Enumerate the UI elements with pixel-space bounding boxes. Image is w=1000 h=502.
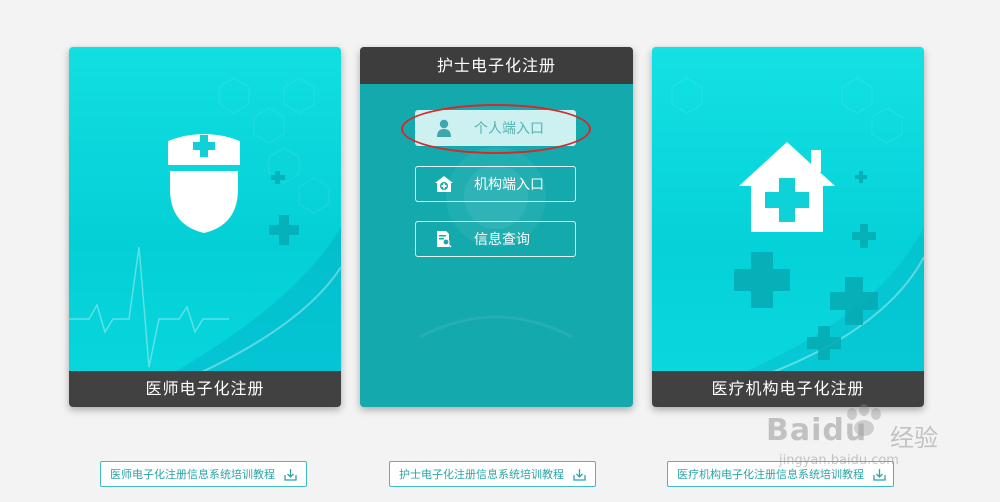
nurse-tutorial-download-link[interactable]: 护士电子化注册信息系统培训教程 [389, 461, 596, 487]
person-icon [434, 118, 454, 138]
info-query-button[interactable]: 信息查询 [415, 221, 576, 257]
download-icon [573, 467, 587, 481]
org-card-label: 医疗机构电子化注册 [652, 371, 924, 407]
nurse-tutorial-label: 护士电子化注册信息系统培训教程 [399, 468, 564, 481]
hospital-icon [434, 174, 454, 194]
doctor-tutorial-download-link[interactable]: 医师电子化注册信息系统培训教程 [100, 461, 307, 487]
doctor-registration-card[interactable]: 医师电子化注册 [69, 47, 341, 407]
nurse-registration-card: 护士电子化注册 个人端入口 机构端入口 信息查询 [360, 47, 633, 407]
watermark-url: jingyan.baidu.com [779, 453, 899, 468]
org-tutorial-label: 医疗机构电子化注册信息系统培训教程 [677, 468, 864, 481]
personal-entry-button[interactable]: 个人端入口 [415, 110, 576, 146]
institution-entry-label: 机构端入口 [474, 177, 544, 193]
nurse-card-title: 护士电子化注册 [360, 47, 633, 84]
doctor-tutorial-label: 医师电子化注册信息系统培训教程 [110, 468, 275, 481]
hospital-house-icon [739, 142, 835, 232]
document-search-icon [434, 229, 454, 249]
download-icon [284, 467, 298, 481]
institution-entry-button[interactable]: 机构端入口 [415, 166, 576, 202]
watermark-brand: Baidu [766, 413, 868, 448]
watermark-cn: 经验 [890, 424, 938, 452]
doctor-card-label: 医师电子化注册 [69, 371, 341, 407]
org-registration-card[interactable]: 医疗机构电子化注册 [652, 47, 924, 407]
info-query-label: 信息查询 [474, 232, 530, 248]
personal-entry-label: 个人端入口 [474, 121, 544, 137]
doctor-icon [168, 134, 240, 233]
download-icon [873, 467, 887, 481]
